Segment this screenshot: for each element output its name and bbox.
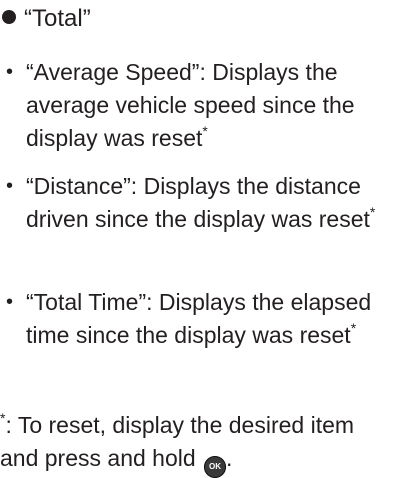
list-item-text: “Total Time”: Displays the elapsed time … (26, 289, 372, 348)
footnote: *: To reset, display the desired item an… (0, 411, 419, 478)
ok-button-icon: OK (204, 456, 227, 478)
list-item: • “Total Time”: Displays the elapsed tim… (6, 286, 418, 352)
manual-page: “Total” • “Average Speed”: Displays the … (0, 0, 419, 478)
bullet-icon: • (6, 291, 14, 313)
list-item-text: “Distance”: Displays the distance driven… (26, 173, 370, 232)
bullet-icon: • (6, 175, 14, 197)
heading-text: “Total” (24, 5, 91, 32)
footnote-end: . (226, 445, 233, 471)
list-item: • “Average Speed”: Displays the average … (6, 56, 418, 155)
list-item-text: “Average Speed”: Displays the average ve… (26, 59, 355, 151)
filled-circle-icon (2, 10, 16, 24)
footnote-marker: * (350, 320, 357, 336)
footnote-marker: * (202, 123, 208, 139)
footnote-line-2: and press and hold (0, 445, 196, 471)
footnote-marker: * (369, 204, 376, 220)
bullet-icon: • (6, 61, 14, 83)
section-heading: “Total” (2, 4, 91, 34)
footnote-line-1: : To reset, display the desired item (5, 412, 355, 438)
list-item: • “Distance”: Displays the distance driv… (6, 170, 418, 236)
